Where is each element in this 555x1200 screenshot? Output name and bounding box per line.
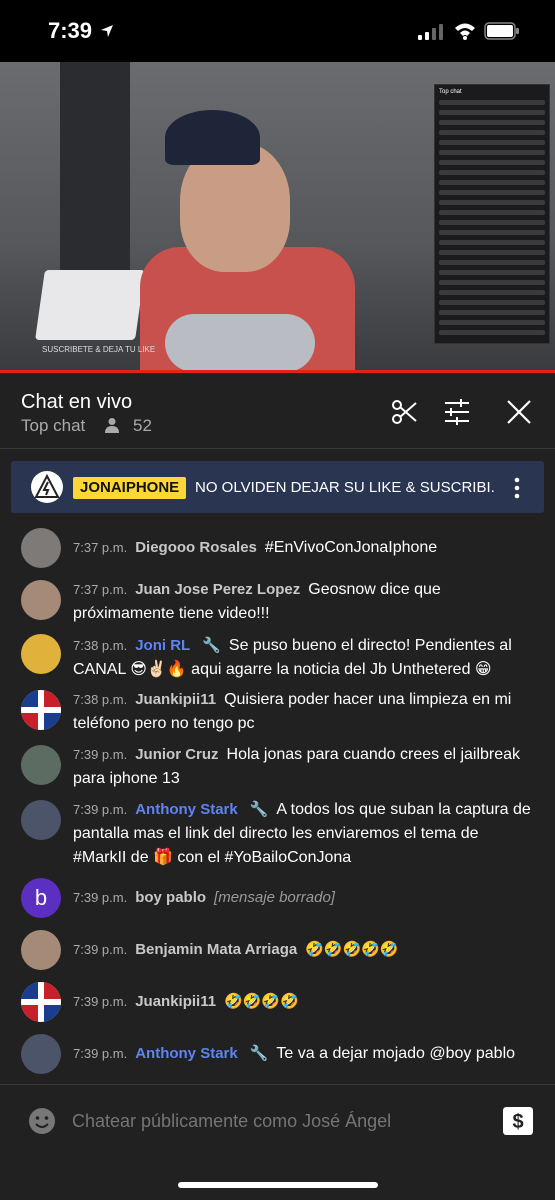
cellular-signal-icon [418,24,443,40]
moderator-wrench-icon: 🔧 [249,1045,269,1062]
message-time: 7:39 p.m. [73,890,128,905]
chat-message-input[interactable] [72,1105,472,1137]
chat-title: Chat en vivo [21,391,133,413]
message-line: 7:38 p.m. Juankipii11 Quisiera poder hacer… [73,688,533,736]
message-line: 7:39 p.m. Anthony Stark 🔧 Te va a dejar moj… [73,1042,533,1066]
status-time: 7:39 [48,18,93,43]
avatar[interactable] [21,982,61,1022]
message-line: 7:39 p.m. Anthony Stark 🔧 A todos los que s… [73,798,533,870]
pinned-text: NO OLVIDEN DEJAR SU LIKE & SUSCRIBI... [195,479,495,496]
message-line: 7:39 p.m. Juankipii11 🤣🤣🤣🤣 [73,990,533,1014]
pinned-channel-avatar [31,471,63,503]
message-author[interactable]: boy pablo [135,889,206,906]
message-author[interactable]: Diegooo Rosales [135,539,257,556]
live-video-player[interactable]: SUSCRIBETE & DEJA TU LIKE Top chat [0,62,555,370]
message-author[interactable]: Joni RL [135,637,190,654]
location-arrow-icon [101,25,113,37]
message-line: 7:37 p.m. Juan Jose Perez Lopez Geosnow di… [73,578,533,626]
moderator-wrench-icon: 🔧 [249,801,269,818]
message-text: Te va a dejar mojado @boy pablo [276,1045,516,1062]
message-time: 7:37 p.m. [73,582,128,597]
video-person-cap [165,110,260,165]
message-author[interactable]: Anthony Stark [135,1045,238,1062]
clip-scissors-icon[interactable] [390,397,420,427]
avatar[interactable] [21,690,61,730]
message-text: #EnVivoConJonaIphone [264,539,438,556]
chat-header: Chat en vivo Top chat 52 [0,373,555,449]
message-line: 7:38 p.m. Joni RL 🔧 Se puso bueno el direct… [73,634,533,682]
super-chat-dollar-icon[interactable]: $ [503,1107,533,1135]
chat-message-list[interactable]: 7:37 p.m. Diegooo Rosales #EnVivoConJonaIp… [0,520,555,1080]
message-author[interactable]: Anthony Stark [135,801,238,818]
video-watermark: SUSCRIBETE & DEJA TU LIKE [42,345,156,354]
avatar[interactable] [21,1034,61,1074]
avatar[interactable] [21,528,61,568]
message-line: 7:39 p.m. Benjamin Mata Arriaga 🤣🤣🤣🤣🤣 [73,938,533,962]
message-time: 7:37 p.m. [73,540,128,555]
pinned-message[interactable]: JONAIPHONE NO OLVIDEN DEJAR SU LIKE & SU… [11,461,544,513]
avatar[interactable] [21,930,61,970]
message-author[interactable]: Juan Jose Perez Lopez [135,581,300,598]
avatar[interactable] [21,580,61,620]
message-time: 7:39 p.m. [73,942,128,957]
video-overlay-chat: Top chat [434,84,550,344]
settings-sliders-icon[interactable] [442,397,472,427]
overlay-chat-title: Top chat [439,89,462,95]
message-author[interactable]: Juankipii11 [135,691,216,708]
flag-icon [21,690,61,730]
home-indicator [178,1182,378,1188]
viewer-count: 52 [133,416,152,435]
avatar[interactable] [21,745,61,785]
message-text: 🤣🤣🤣🤣 [224,993,299,1010]
status-bar: 7:39 [0,0,555,62]
chat-mode-selector[interactable]: Top chat [21,416,85,436]
flag-icon [21,982,61,1022]
video-door [60,62,130,302]
emoji-smiley-icon[interactable] [28,1107,56,1135]
message-text: 🤣🤣🤣🤣🤣 [305,941,399,958]
message-time: 7:39 p.m. [73,802,128,817]
message-author[interactable]: Benjamin Mata Arriaga [135,941,297,958]
message-line: 7:39 p.m. boy pablo [mensaje borrado] [73,886,533,910]
more-vertical-icon[interactable] [507,475,527,501]
pinned-author-badge: JONAIPHONE [73,477,187,499]
moderator-wrench-icon: 🔧 [202,637,221,654]
wifi-icon [455,23,475,40]
avatar[interactable] [21,800,61,840]
message-line: 7:39 p.m. Junior Cruz Hola jonas para cuan… [73,743,533,791]
close-icon[interactable] [504,397,534,427]
message-author[interactable]: Junior Cruz [135,746,218,763]
message-time: 7:38 p.m. [73,692,128,707]
message-time: 7:39 p.m. [73,994,128,1009]
message-line: 7:37 p.m. Diegooo Rosales #EnVivoConJonaIp… [73,536,533,560]
message-deleted-text: [mensaje borrado] [214,889,335,906]
battery-icon [484,22,519,40]
channel-logo-icon [34,473,60,498]
message-time: 7:39 p.m. [73,1046,128,1061]
message-time: 7:39 p.m. [73,747,128,762]
message-time: 7:38 p.m. [73,638,128,653]
avatar[interactable] [21,634,61,674]
message-author[interactable]: Juankipii11 [135,993,216,1010]
svg-text:$: $ [512,1111,523,1133]
video-microphone [165,314,315,370]
video-keyboard [35,270,145,340]
avatar[interactable]: b [21,878,61,918]
person-icon [105,418,119,433]
